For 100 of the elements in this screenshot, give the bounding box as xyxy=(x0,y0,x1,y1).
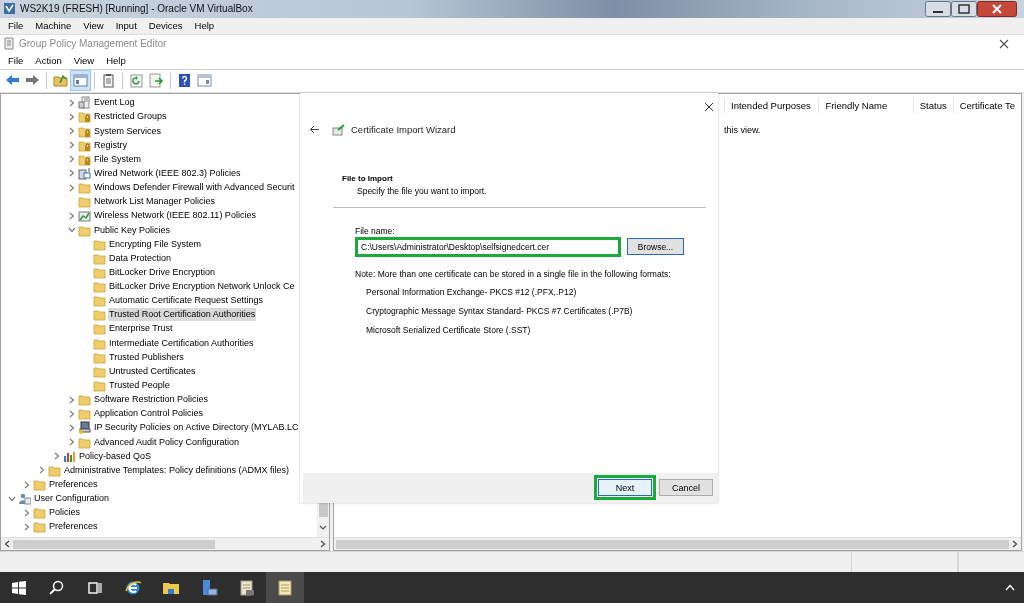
scroll-right-icon[interactable] xyxy=(320,540,326,549)
tree-item[interactable]: Windows Defender Firewall with Advanced Securit xyxy=(93,181,296,195)
menu-item[interactable]: Devices xyxy=(142,20,189,32)
chevron-right-icon[interactable] xyxy=(68,169,75,178)
back-arrow-icon[interactable] xyxy=(309,125,320,135)
tree-item[interactable]: Administrative Templates: Policy definitions (ADMX files) xyxy=(63,463,290,477)
tree-item[interactable]: Network List Manager Policies xyxy=(93,195,217,209)
scrollbar-thumb[interactable] xyxy=(13,539,215,549)
tree-item[interactable]: Restricted Groups xyxy=(93,110,168,124)
tree-item[interactable]: User Configuration xyxy=(33,492,111,506)
menu-item[interactable]: File xyxy=(2,55,30,67)
chevron-down-icon[interactable] xyxy=(7,495,16,502)
menu-item[interactable]: Help xyxy=(100,55,132,67)
folder-icon xyxy=(93,336,106,350)
menu-item[interactable]: Action xyxy=(29,55,68,67)
tree-item[interactable]: IP Security Policies on Active Directory (MYLAB.LC xyxy=(93,421,300,435)
tree-item[interactable]: Trusted Root Certification Authorities xyxy=(108,308,257,322)
scroll-down-icon[interactable] xyxy=(319,525,327,532)
chevron-right-icon[interactable] xyxy=(68,127,75,135)
tree-item[interactable]: BitLocker Drive Encryption Network Unlock Ce xyxy=(108,280,296,294)
dialog-button[interactable]: Cancel xyxy=(659,479,713,497)
column-header[interactable]: Certificate Te xyxy=(952,97,1021,113)
scroll-icon[interactable] xyxy=(237,577,257,598)
chevron-right-icon[interactable] xyxy=(68,423,75,432)
chevron-up-icon[interactable] xyxy=(1005,584,1015,591)
chevron-right-icon[interactable] xyxy=(23,508,30,517)
tree-item[interactable]: Wired Network (IEEE 802.3) Policies xyxy=(93,166,242,180)
folder-icon[interactable] xyxy=(52,72,69,90)
tree-item[interactable]: Advanced Audit Policy Configuration xyxy=(93,435,241,449)
close-icon[interactable] xyxy=(704,101,714,112)
menu-item[interactable]: View xyxy=(77,20,110,32)
export-icon[interactable] xyxy=(148,72,165,90)
menu-item[interactable]: File xyxy=(2,20,30,32)
browse-button[interactable]: Browse... xyxy=(627,238,684,256)
tree-item[interactable]: Automatic Certificate Request Settings xyxy=(108,294,265,308)
chevron-right-icon[interactable] xyxy=(38,466,45,475)
folder-icon xyxy=(78,435,91,449)
tree-pane-icon[interactable] xyxy=(72,72,89,90)
column-header[interactable]: Intended Purposes xyxy=(724,97,819,113)
folder-icon xyxy=(78,393,91,407)
scrollbar-thumb[interactable] xyxy=(336,539,1009,549)
note-text: Note: More than one certificate can be stored in a single file in the following formats: xyxy=(355,267,672,279)
clipboard-icon[interactable] xyxy=(100,72,117,90)
maximize-icon[interactable] xyxy=(951,0,977,17)
tree-item[interactable]: Wireless Network (IEEE 802.11) Policies xyxy=(93,209,257,223)
close-icon[interactable] xyxy=(999,38,1009,49)
menu-item[interactable]: Help xyxy=(188,20,221,32)
chevron-right-icon[interactable] xyxy=(68,409,75,418)
chevron-right-icon[interactable] xyxy=(53,452,60,461)
tree-item[interactable]: Trusted Publishers xyxy=(108,350,185,364)
chevron-right-icon[interactable] xyxy=(68,141,75,150)
chevron-down-icon[interactable] xyxy=(67,227,76,233)
folder-icon xyxy=(93,350,106,364)
tree-item[interactable]: Event Log xyxy=(93,96,136,110)
chevron-right-icon[interactable] xyxy=(68,438,75,447)
tree-item[interactable]: Policy-based QoS xyxy=(78,449,153,463)
menu-item[interactable]: Input xyxy=(109,20,143,32)
tree-item[interactable]: Enterprise Trust xyxy=(108,322,174,336)
action-pane-icon[interactable] xyxy=(196,72,213,90)
refresh-icon[interactable] xyxy=(128,72,145,90)
chevron-right-icon[interactable] xyxy=(23,522,30,531)
chevron-right-icon[interactable] xyxy=(68,183,75,192)
format-item: Personal Information Exchange- PKCS #12 (.PFX,.P12) xyxy=(365,285,578,298)
menu-item[interactable]: Machine xyxy=(29,20,78,32)
tree-item[interactable]: Encrypting File System xyxy=(108,237,203,251)
tree-item[interactable]: Software Restriction Policies xyxy=(93,393,210,407)
minimize-icon[interactable] xyxy=(925,0,951,17)
tree-item[interactable]: Data Protection xyxy=(108,251,173,265)
chevron-right-icon[interactable] xyxy=(68,112,75,121)
scroll-right-icon[interactable] xyxy=(1012,540,1018,549)
horizontal-scrollbar[interactable] xyxy=(1,537,329,551)
folder-icon xyxy=(78,181,91,195)
tree-item[interactable]: Registry xyxy=(93,138,128,152)
chevron-right-icon[interactable] xyxy=(68,211,75,220)
column-header[interactable]: Friendly Name xyxy=(818,97,913,113)
folder-icon xyxy=(78,407,91,421)
close-icon[interactable] xyxy=(977,0,1017,17)
chevron-right-icon[interactable] xyxy=(23,480,30,489)
menu-item[interactable]: View xyxy=(67,55,101,67)
tree-item[interactable]: Preferences xyxy=(48,478,99,492)
chevron-right-icon[interactable] xyxy=(68,98,75,107)
chevron-right-icon[interactable] xyxy=(68,155,75,164)
tree-item[interactable]: BitLocker Drive Encryption xyxy=(108,265,217,279)
file-name-field[interactable]: C:\Users\Administrator\Desktop\selfsignedcert.cer xyxy=(355,236,621,257)
tree-item[interactable]: Application Control Policies xyxy=(93,407,205,421)
tree-item[interactable]: File System xyxy=(93,152,142,166)
tree-item[interactable]: Untrusted Certificates xyxy=(108,364,197,378)
horizontal-scrollbar[interactable] xyxy=(334,537,1021,551)
scroll-icon[interactable] xyxy=(275,577,295,598)
tree-item[interactable]: Policies xyxy=(48,506,81,520)
chevron-right-icon[interactable] xyxy=(68,395,75,404)
virtualbox-icon xyxy=(3,2,16,16)
tree-item[interactable]: Trusted People xyxy=(108,379,171,393)
column-header[interactable]: Status xyxy=(912,97,953,113)
tree-item[interactable]: Public Key Policies xyxy=(93,223,172,237)
scroll-left-icon[interactable] xyxy=(4,540,10,549)
tree-item[interactable]: Preferences xyxy=(48,520,99,534)
help-icon[interactable] xyxy=(176,72,193,90)
tree-item[interactable]: System Services xyxy=(93,124,163,138)
tree-item[interactable]: Intermediate Certification Authorities xyxy=(108,336,255,350)
